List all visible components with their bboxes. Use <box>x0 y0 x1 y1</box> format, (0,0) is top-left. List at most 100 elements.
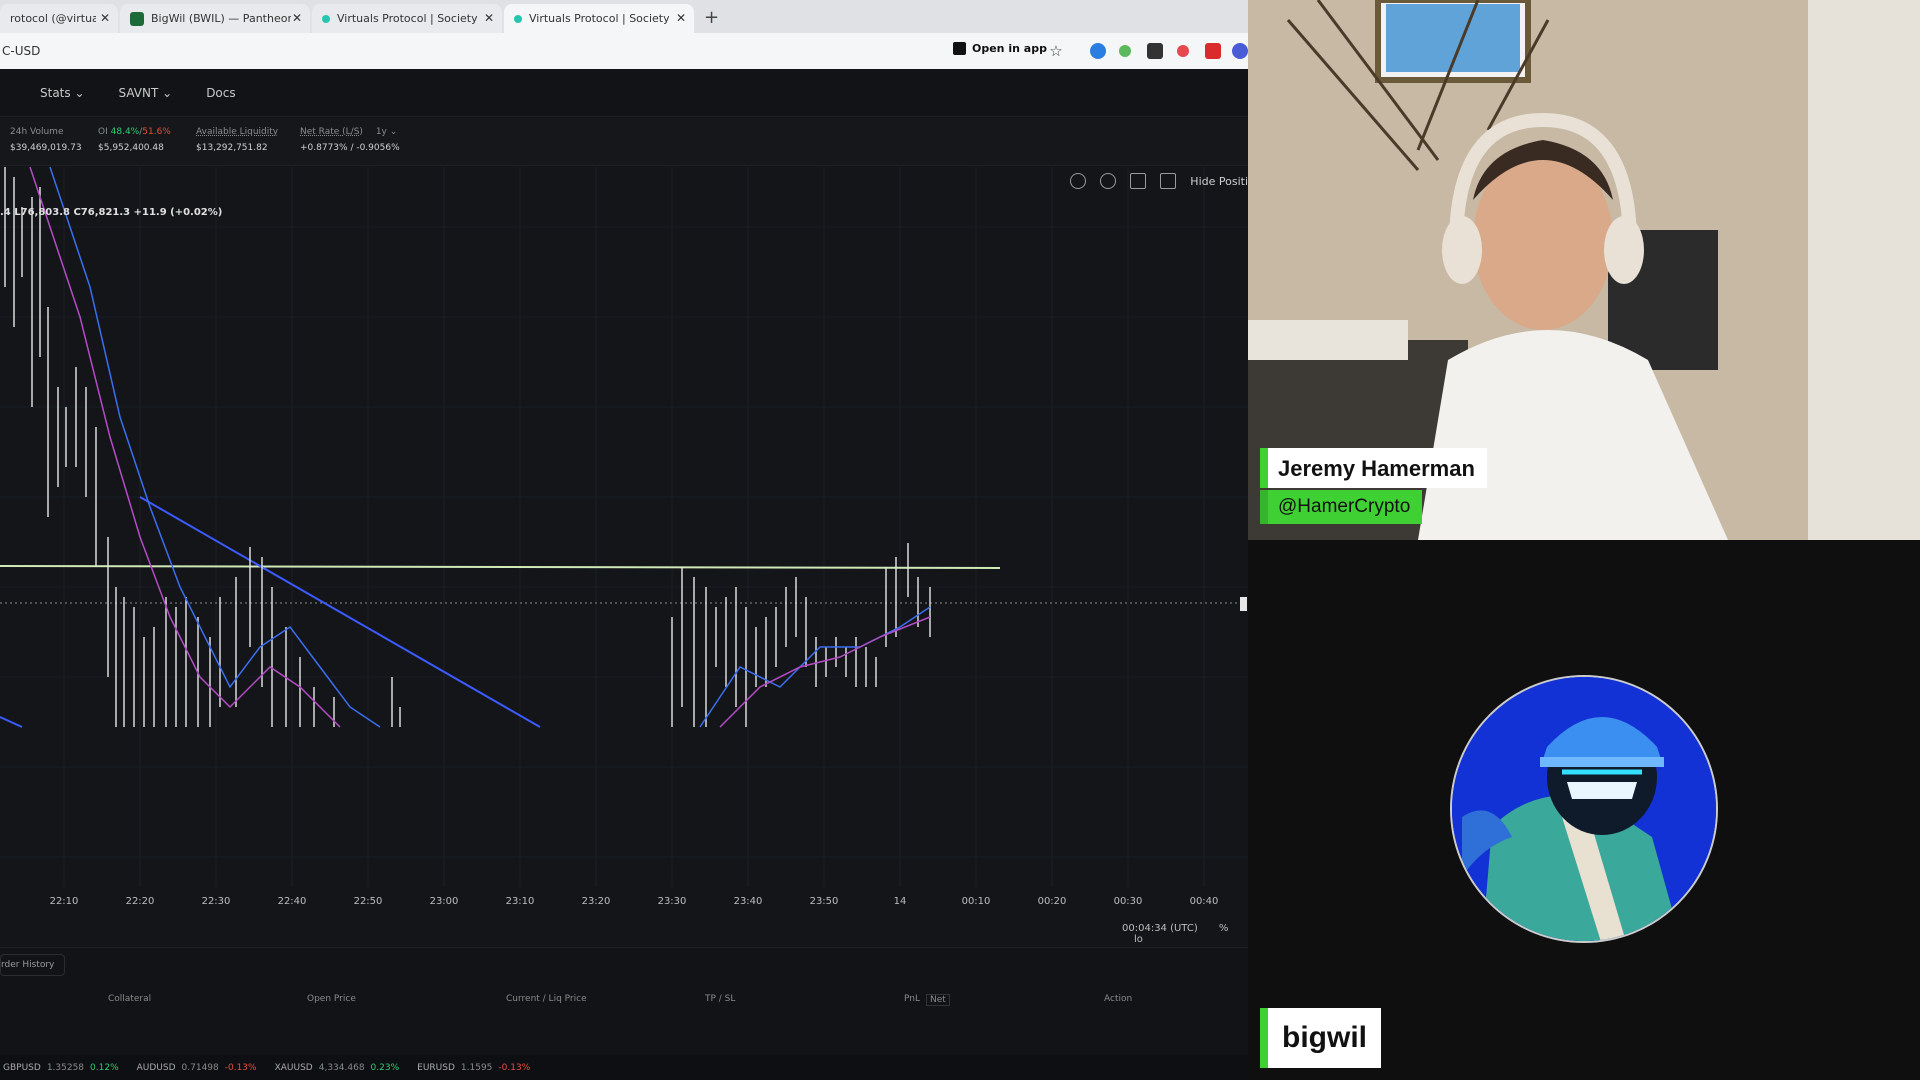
app-navigation: Stats ⌄ SAVNT ⌄ Docs <box>0 69 1248 117</box>
extension-icon[interactable] <box>1090 43 1106 59</box>
open-in-app-label: Open in app <box>972 42 1047 55</box>
ohlc-readout: .4 L76,803.8 C76,821.3 +11.9 (+0.02%) <box>0 207 223 218</box>
x-tick-label: 00:20 <box>1038 896 1067 907</box>
extension-icon[interactable] <box>1119 45 1131 57</box>
ticker-change: -0.13% <box>498 1062 531 1073</box>
x-tick-label: 23:40 <box>734 896 763 907</box>
ticker-change: -0.13% <box>224 1062 257 1073</box>
extension-icon[interactable] <box>1205 43 1221 59</box>
x-tick-label: 22:30 <box>202 896 231 907</box>
fullscreen-icon[interactable] <box>1130 173 1147 189</box>
tab-close-icon[interactable]: ✕ <box>484 11 494 25</box>
ticker-symbol: AUDUSD <box>136 1062 176 1073</box>
price-chart[interactable]: 22:10 22:20 22:30 22:40 22:50 23:00 23:10 23:20… <box>0 167 1248 947</box>
tab-title: Virtuals Protocol | Society of AI <box>529 12 669 25</box>
oi-long-pct: 48.4% <box>110 127 140 137</box>
tab-title: rotocol (@virtuals_ <box>10 12 96 25</box>
ticker-price: 1.35258 <box>46 1062 85 1073</box>
browser-tab-1[interactable]: rotocol (@virtuals_ ✕ <box>0 4 118 33</box>
ticker-price: 1.1595 <box>460 1062 493 1073</box>
host-handle-plate: @HamerCrypto <box>1260 490 1423 524</box>
settings-icon[interactable] <box>1100 173 1117 189</box>
address-bar[interactable]: C-USD Open in app ☆ <box>0 33 1248 69</box>
stat-value: $13,292,751.82 <box>196 143 268 153</box>
stat-value: $5,952,400.48 <box>98 143 164 153</box>
hide-positions-button[interactable]: Hide Positi <box>1190 175 1248 188</box>
market-stats-bar: 24h Volume $39,469,019.73 OI 48.4%/51.6%… <box>0 118 1248 166</box>
open-app-icon <box>953 42 966 55</box>
qr-extension-icon[interactable] <box>1147 43 1163 59</box>
camera-icon[interactable] <box>1160 173 1177 189</box>
browser-tab-3[interactable]: Virtuals Protocol | Society of AI ✕ <box>312 4 502 33</box>
extension-icon[interactable] <box>1177 45 1189 57</box>
x-tick-label: 22:50 <box>354 896 383 907</box>
x-tick-label: 23:10 <box>506 896 535 907</box>
stat-value: +0.8773% / -0.9056% <box>300 143 400 153</box>
ticker-change: 0.12% <box>90 1062 119 1073</box>
tab-close-icon[interactable]: ✕ <box>100 11 110 25</box>
oi-short-pct: 51.6% <box>142 127 171 137</box>
guest-name-plate: bigwil <box>1260 1008 1381 1068</box>
x-tick-label: 23:30 <box>658 896 687 907</box>
browser-tab-2[interactable]: BigWil (BWIL) — Pantheon ✕ <box>120 4 310 33</box>
col-net-toggle[interactable]: Net <box>926 994 950 1006</box>
ticker-item[interactable]: XAUUSD 4,334.468 0.23% <box>275 1063 400 1073</box>
ticker-item[interactable]: GBPUSD 1.35258 0.12% <box>3 1063 119 1073</box>
x-tick-label: 22:10 <box>50 896 79 907</box>
screen: rotocol (@virtuals_ ✕ BigWil (BWIL) — Pa… <box>0 0 1920 1080</box>
tab-close-icon[interactable]: ✕ <box>292 11 302 25</box>
col-tp-sl: TP / SL <box>705 994 736 1004</box>
nav-item-docs[interactable]: Docs <box>206 86 235 100</box>
host-name-plate: Jeremy Hamerman <box>1260 448 1487 488</box>
ticker-symbol: GBPUSD <box>3 1062 41 1073</box>
x-tick-label: 22:40 <box>278 896 307 907</box>
x-tick-label: 00:30 <box>1114 896 1143 907</box>
percent-toggle[interactable]: % <box>1219 923 1229 934</box>
price-marker <box>1240 597 1247 611</box>
net-rate-period-select[interactable]: 1y ⌄ <box>376 127 397 137</box>
trendline <box>0 716 23 728</box>
nav-item-stats[interactable]: Stats ⌄ <box>40 86 85 100</box>
x-tick-label: 23:20 <box>582 896 611 907</box>
ticker-symbol: EURUSD <box>417 1062 455 1073</box>
x-tick-label: 00:10 <box>962 896 991 907</box>
order-history-tab[interactable]: rder History <box>0 954 66 976</box>
utc-clock: 00:04:34 (UTC) <box>1122 923 1198 934</box>
x-tick-label: 00:40 <box>1190 896 1219 907</box>
price-ticker: GBPUSD 1.35258 0.12% AUDUSD 0.71498 -0.13% X… <box>0 1055 1248 1080</box>
browser-tab-4[interactable]: Virtuals Protocol | Society of AI ✕ <box>504 4 694 33</box>
guest-avatar <box>1450 675 1718 943</box>
nav-item-savnt[interactable]: SAVNT ⌄ <box>119 86 173 100</box>
bookmark-star-icon[interactable]: ☆ <box>1048 43 1064 59</box>
stat-liquidity: Available Liquidity $13,292,751.82 <box>196 127 278 153</box>
new-tab-button[interactable]: + <box>704 7 719 28</box>
tab-title: Virtuals Protocol | Society of AI <box>337 12 477 25</box>
open-in-app-button[interactable]: Open in app <box>953 42 1047 55</box>
stat-label: 24h Volume <box>10 127 64 137</box>
ticker-price: 4,334.468 <box>318 1062 365 1073</box>
stat-label: Available Liquidity <box>196 127 279 137</box>
ticker-item[interactable]: EURUSD 1.1595 -0.13% <box>417 1063 530 1073</box>
col-collateral: Collateral <box>108 994 152 1004</box>
col-current-liq-price: Current / Liq Price <box>506 994 587 1004</box>
zoom-icon[interactable] <box>1070 173 1087 189</box>
url-text[interactable]: C-USD <box>2 44 40 58</box>
stat-24h-volume: 24h Volume $39,469,019.73 <box>10 127 82 153</box>
moving-average-fast <box>49 167 381 728</box>
log-toggle[interactable]: lo <box>1134 934 1143 945</box>
webcam-feed: Jeremy Hamerman @HamerCrypto <box>1248 0 1920 540</box>
chart-toolbar: Hide Positi <box>1070 173 1248 189</box>
x-tick-label: 23:50 <box>810 896 839 907</box>
extension-icon[interactable] <box>1232 43 1248 59</box>
tab-title: BigWil (BWIL) — Pantheon <box>151 12 291 25</box>
stat-label: Net Rate (L/S) <box>300 127 363 137</box>
x-tick-label: 14 <box>894 896 907 907</box>
tab-close-icon[interactable]: ✕ <box>676 11 686 25</box>
ticker-item[interactable]: AUDUSD 0.71498 -0.13% <box>137 1063 257 1073</box>
ticker-symbol: XAUUSD <box>274 1062 313 1073</box>
x-tick-label: 23:00 <box>430 896 459 907</box>
col-action: Action <box>1104 994 1133 1004</box>
pantheon-favicon-icon <box>130 11 144 26</box>
chart-svg[interactable]: 22:10 22:20 22:30 22:40 22:50 23:00 23:10 23:20… <box>0 167 1248 947</box>
browser-window: rotocol (@virtuals_ ✕ BigWil (BWIL) — Pa… <box>0 0 1248 1080</box>
